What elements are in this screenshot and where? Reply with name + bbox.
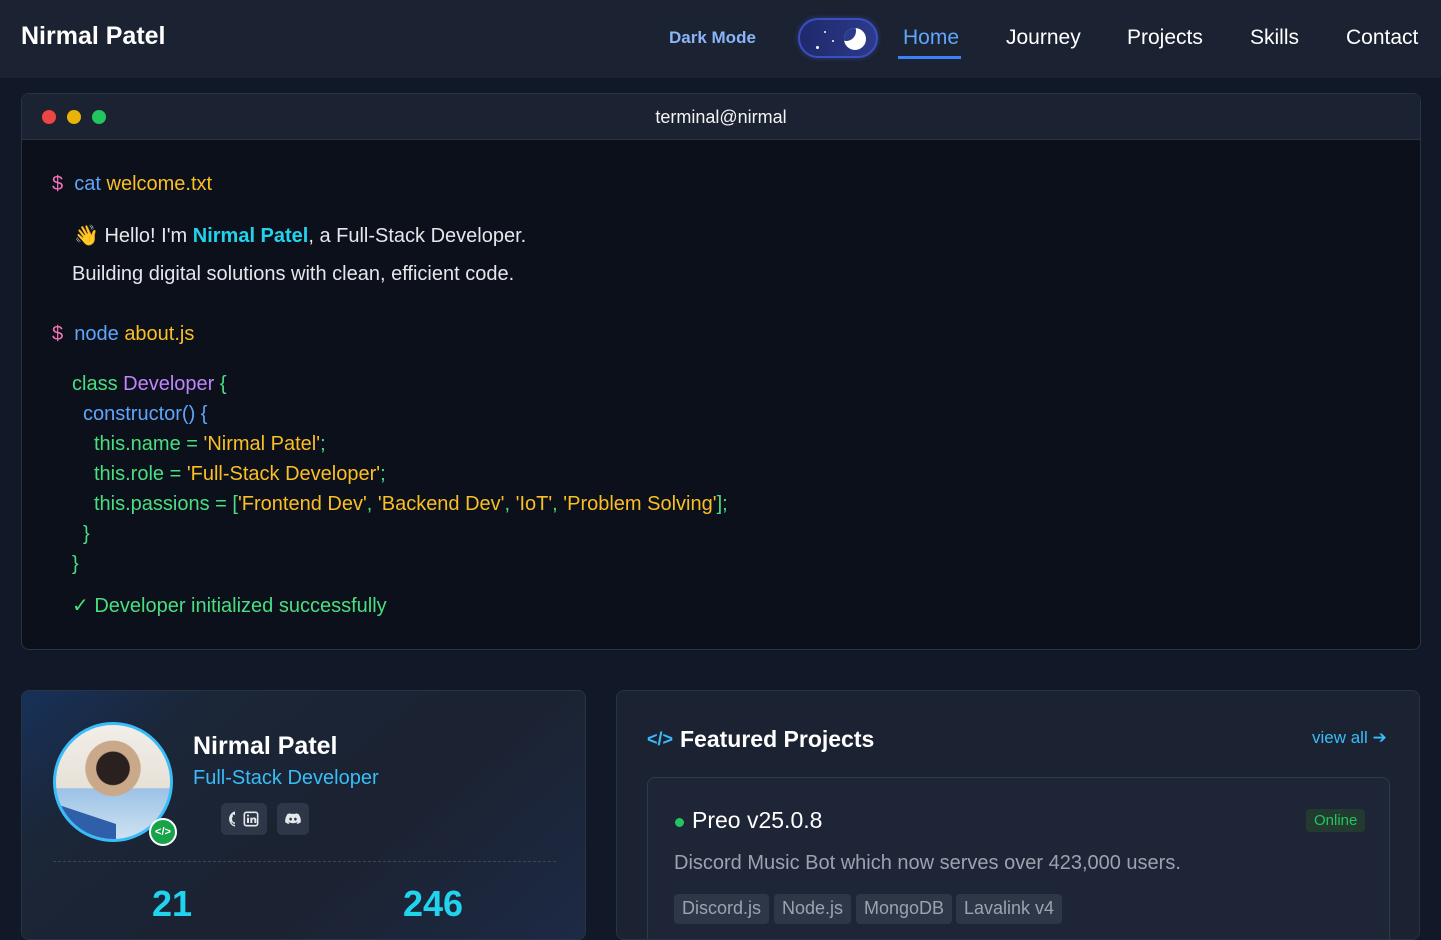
success-message: ✓ Developer initialized successfully	[72, 595, 387, 617]
code-close-brace: }	[83, 523, 90, 545]
terminal-titlebar: terminal@nirmal	[22, 94, 1420, 140]
brand-logo[interactable]: Nirmal Patel	[21, 22, 166, 51]
terminal-window: terminal@nirmal $ cat welcome.txt 👋 Hell…	[21, 93, 1421, 650]
welcome-tagline: Building digital solutions with clean, e…	[72, 263, 515, 285]
terminal-title: terminal@nirmal	[655, 107, 787, 127]
project-name: Preo v25.0.8	[692, 807, 823, 833]
welcome-role: , a Full-Stack Developer.	[308, 225, 527, 247]
moon-icon	[844, 28, 866, 50]
star-icon	[824, 31, 826, 33]
command-arg: welcome.txt	[106, 173, 213, 195]
command-name: node	[74, 323, 119, 345]
nav-link-skills[interactable]: Skills	[1250, 26, 1299, 50]
view-all-link[interactable]: view all ➔	[1312, 728, 1387, 748]
command-line-2: $ node about.js	[52, 323, 194, 346]
avatar-graphic	[56, 804, 116, 839]
code-icon: </>	[647, 729, 674, 749]
code-string: 'Nirmal Patel'	[203, 433, 321, 455]
stat-value: 246	[403, 883, 464, 924]
wave-icon: 👋	[74, 225, 99, 247]
profile-role: Full-Stack Developer	[193, 767, 379, 789]
nav-link-home[interactable]: Home	[903, 26, 959, 50]
arrow-right-icon: ➔	[1372, 728, 1387, 747]
project-card[interactable]: Preo v25.0.8 Online Discord Music Bot wh…	[647, 777, 1390, 939]
nav-link-contact[interactable]: Contact	[1346, 26, 1418, 50]
code-class-line: class Developer {	[72, 373, 227, 396]
code-class-name: Developer	[123, 373, 215, 395]
online-status-dot-icon	[675, 818, 684, 827]
code-string: 'Frontend Dev'	[237, 493, 367, 515]
code-property: this.passions = [	[94, 493, 238, 515]
profile-card: </> Nirmal Patel Full-Stack Developer 21…	[21, 690, 586, 940]
welcome-line: 👋 Hello! I'm Nirmal Patel, a Full-Stack …	[74, 223, 526, 248]
nav-link-projects[interactable]: Projects	[1127, 26, 1203, 50]
nav-link-journey[interactable]: Journey	[1006, 26, 1081, 50]
code-punct: ];	[716, 493, 728, 515]
featured-projects-card: </> Featured Projects view all ➔ Preo v2…	[616, 690, 1420, 940]
code-keyword: class	[72, 373, 118, 395]
star-icon	[832, 40, 834, 42]
dark-mode-label: Dark Mode	[669, 28, 756, 47]
navbar: Nirmal Patel Dark Mode Home Journey Proj…	[0, 0, 1441, 78]
project-description: Discord Music Bot which now serves over …	[674, 852, 1181, 874]
code-badge-icon: </>	[149, 818, 177, 846]
code-string: 'Backend Dev'	[377, 493, 505, 515]
profile-name: Nirmal Patel	[193, 732, 338, 760]
code-property: this.role =	[94, 463, 187, 485]
profile-divider	[53, 861, 556, 862]
star-icon	[816, 46, 819, 49]
code-close-brace: }	[72, 553, 79, 575]
command-arg: about.js	[124, 323, 195, 345]
command-line-1: $ cat welcome.txt	[52, 173, 212, 196]
code-brace: {	[219, 373, 227, 395]
welcome-name: Nirmal Patel	[192, 225, 309, 247]
active-nav-underline	[898, 56, 961, 59]
code-role-line: this.role = 'Full-Stack Developer';	[94, 463, 386, 485]
dark-mode-toggle[interactable]	[798, 18, 878, 58]
linkedin-icon[interactable]	[235, 803, 267, 835]
code-passions-line: this.passions = ['Frontend Dev', 'Backen…	[94, 493, 728, 515]
discord-icon[interactable]	[277, 803, 309, 835]
featured-projects-title: Featured Projects	[680, 726, 875, 752]
code-string: 'Problem Solving'	[563, 493, 717, 515]
prompt-symbol: $	[52, 323, 64, 345]
code-property: this.name =	[94, 433, 204, 455]
code-string: 'IoT'	[515, 493, 553, 515]
welcome-text: Hello! I'm	[104, 225, 193, 247]
status-badge: Online	[1306, 809, 1366, 832]
prompt-symbol: $	[52, 173, 64, 195]
view-all-label: view all	[1312, 728, 1368, 747]
code-constructor-line: constructor() {	[83, 403, 208, 425]
command-name: cat	[74, 173, 101, 195]
code-name-line: this.name = 'Nirmal Patel';	[94, 433, 326, 455]
code-string: 'Full-Stack Developer'	[186, 463, 381, 485]
stat-value: 21	[152, 883, 193, 924]
